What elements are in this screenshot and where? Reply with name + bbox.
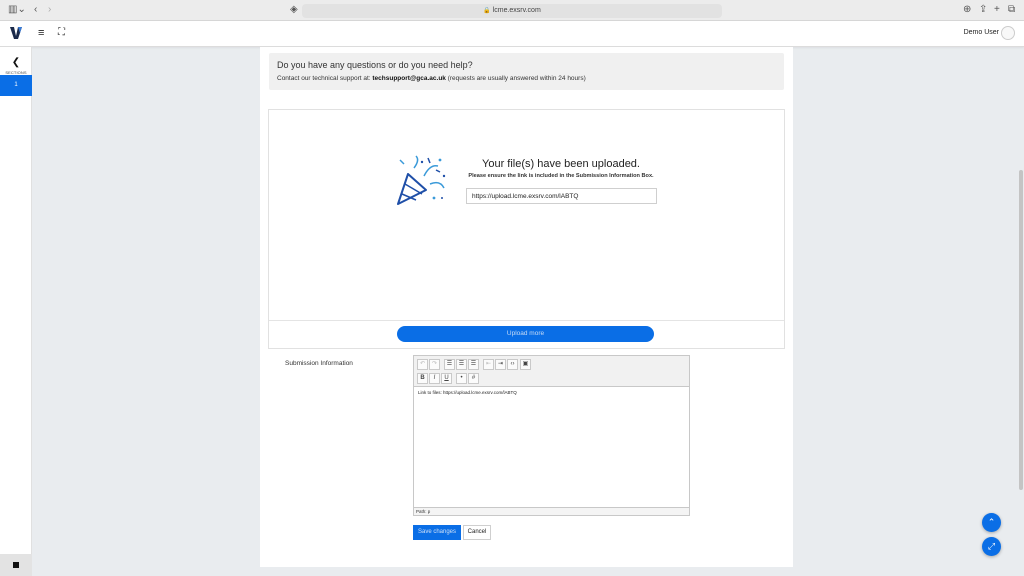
address-bar[interactable]: 🔒 lcme.exsrv.com	[302, 4, 722, 18]
bullet-list-icon[interactable]: •	[456, 373, 467, 384]
align-left-icon[interactable]: ☰	[444, 359, 455, 370]
url-text: lcme.exsrv.com	[492, 7, 541, 14]
cancel-button[interactable]: Cancel	[463, 525, 491, 540]
tabs-overview-icon[interactable]: ⧉	[1008, 4, 1015, 16]
chevron-up-icon: ⌃	[987, 517, 996, 527]
upload-success-subtitle: Please ensure the link is included in th…	[468, 173, 654, 179]
image-icon[interactable]: ▣	[520, 359, 531, 370]
help-suffix: (requests are usually answered within 24…	[445, 75, 586, 82]
rich-text-editor: ↶ ↷ ☰ ☰ ☰ ⇤ ⇥ ‹› ▣ B I U • # Link to fil…	[413, 355, 690, 516]
fullscreen-icon[interactable]: ⛶	[58, 27, 65, 38]
undo-icon[interactable]: ↶	[417, 359, 428, 370]
browser-toolbar: ▥⌄ ‹ › ◈ 🔒 lcme.exsrv.com ⊕ ⇪ + ⧉	[0, 0, 1024, 21]
sidebar-footer-button[interactable]	[0, 554, 32, 576]
align-center-icon[interactable]: ☰	[456, 359, 467, 370]
expand-icon: ⤢	[987, 541, 996, 551]
save-changes-button[interactable]: Save changes	[413, 525, 461, 540]
help-prefix: Contact our technical support at:	[277, 75, 373, 82]
download-icon[interactable]: ⊕	[963, 4, 971, 16]
support-email[interactable]: techsupport@gca.ac.uk	[372, 75, 446, 82]
chevron-right-icon[interactable]: ›	[48, 4, 51, 16]
upload-success-title: Your file(s) have been uploaded.	[482, 158, 640, 170]
italic-icon[interactable]: I	[429, 373, 440, 384]
help-title: Do you have any questions or do you need…	[277, 60, 473, 70]
help-text: Contact our technical support at: techsu…	[277, 75, 586, 82]
shield-icon[interactable]: ◈	[290, 4, 298, 16]
main-panel: Do you have any questions or do you need…	[260, 47, 793, 567]
stop-icon	[13, 562, 19, 568]
editor-toolbar: ↶ ↷ ☰ ☰ ☰ ⇤ ⇥ ‹› ▣ B I U • #	[414, 356, 689, 387]
outdent-icon[interactable]: ⇤	[483, 359, 494, 370]
upload-more-button[interactable]: Upload more	[397, 326, 654, 342]
code-icon[interactable]: ‹›	[507, 359, 518, 370]
numbered-list-icon[interactable]: #	[468, 373, 479, 384]
lock-icon: 🔒	[483, 8, 491, 14]
align-right-icon[interactable]: ☰	[468, 359, 479, 370]
menu-icon[interactable]: ≡	[38, 27, 44, 39]
new-tab-icon[interactable]: +	[994, 4, 1000, 16]
editor-content[interactable]: Link to files: https://upload.lcme.exsrv…	[418, 390, 517, 395]
chevron-left-icon[interactable]: ‹	[34, 4, 37, 16]
bold-icon[interactable]: B	[417, 373, 428, 384]
upload-panel: Your file(s) have been uploaded. Please …	[268, 109, 785, 349]
user-name[interactable]: Demo User	[964, 29, 999, 36]
submission-info-label: Submission Information	[285, 360, 353, 367]
app-header: ≡ ⛶ Demo User	[0, 21, 1024, 47]
redo-icon[interactable]: ↷	[429, 359, 440, 370]
expand-button[interactable]: ⤢	[982, 537, 1001, 556]
share-icon[interactable]: ⇪	[979, 4, 987, 16]
sidebar-toggle-icon[interactable]: ▥⌄	[8, 4, 26, 16]
sections-sidebar: ❮ SECTIONS 1	[0, 47, 32, 576]
chevron-left-icon[interactable]: ❮	[0, 57, 32, 68]
scrollbar[interactable]	[1019, 170, 1023, 490]
editor-path-bar: Path: p	[414, 507, 689, 515]
help-box: Do you have any questions or do you need…	[269, 53, 784, 90]
avatar[interactable]	[1001, 26, 1015, 40]
divider	[269, 320, 784, 321]
underline-icon[interactable]: U	[441, 373, 452, 384]
indent-icon[interactable]: ⇥	[495, 359, 506, 370]
scroll-top-button[interactable]: ⌃	[982, 513, 1001, 532]
section-item-1[interactable]: 1	[0, 75, 32, 96]
uploaded-link-field[interactable]	[466, 188, 657, 204]
logo[interactable]	[8, 25, 24, 41]
